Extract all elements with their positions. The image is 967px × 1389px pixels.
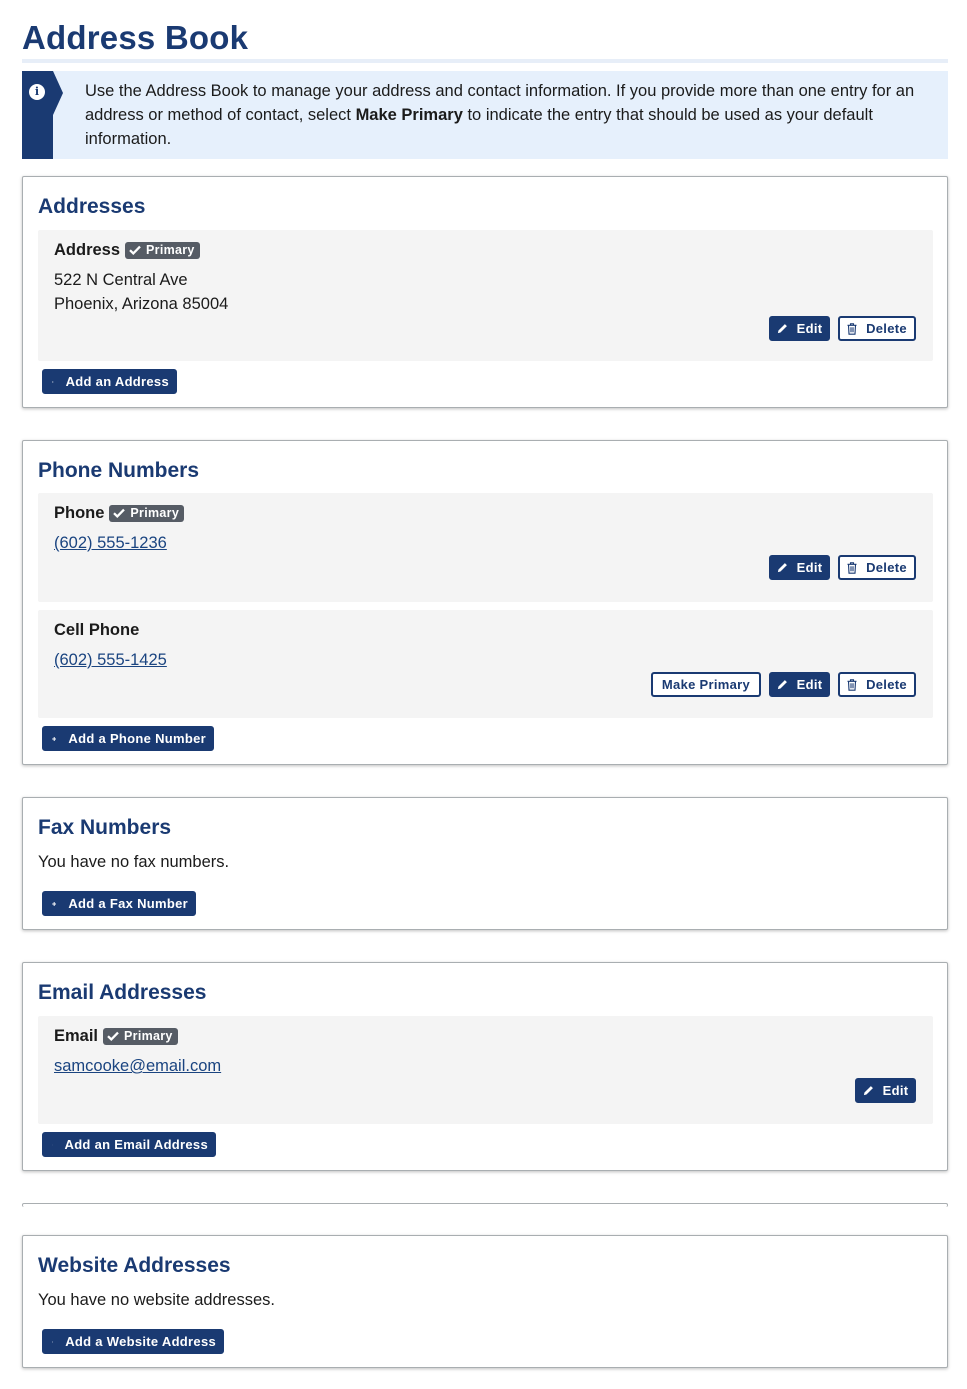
pencil-icon [777, 680, 787, 690]
edit-label: Edit [796, 560, 823, 575]
alert-accent-bar: i [22, 71, 53, 159]
make-primary-button[interactable]: Make Primary [651, 672, 761, 697]
phone-number-link[interactable]: (602) 555-1236 [54, 531, 167, 555]
phone-entry-label: Phone [54, 504, 105, 522]
collapsed-section-divider [22, 1203, 948, 1207]
email-entry-header: Email Primary [54, 1025, 178, 1047]
delete-phone-button[interactable]: Delete [838, 555, 916, 580]
website-addresses-card: Website Addresses You have no website ad… [22, 1235, 948, 1368]
check-icon [129, 245, 141, 255]
edit-label: Edit [796, 321, 823, 336]
check-icon [113, 508, 126, 518]
title-divider [22, 59, 948, 63]
primary-badge-label: Primary [130, 505, 180, 520]
primary-badge-label: Primary [124, 1028, 173, 1043]
phone-numbers-card: Phone Numbers Phone Primary (602) 555-12… [22, 440, 948, 765]
email-link[interactable]: samcooke@email.com [54, 1054, 221, 1078]
pencil-icon [777, 563, 787, 573]
delete-label: Delete [866, 560, 907, 575]
add-fax-button[interactable]: Add a Fax Number [42, 891, 196, 916]
delete-address-button[interactable]: Delete [838, 316, 916, 341]
cell-phone-entry-header: Cell Phone [54, 619, 139, 641]
edit-cell-phone-button[interactable]: Edit [769, 672, 830, 697]
fax-numbers-card: Fax Numbers You have no fax numbers. Add… [22, 797, 948, 930]
primary-badge-label: Primary [146, 242, 195, 257]
add-phone-button[interactable]: Add a Phone Number [42, 726, 214, 751]
add-phone-label: Add a Phone Number [68, 731, 206, 746]
website-addresses-title: Website Addresses [38, 1254, 231, 1277]
info-alert: i Use the Address Book to manage your ad… [22, 71, 948, 159]
cell-phone-entry-label: Cell Phone [54, 621, 140, 639]
address-line-2: Phoenix, Arizona 85004 [54, 295, 229, 313]
alert-accent-arrow [53, 71, 63, 115]
email-entry: Email Primary samcooke@email.com Edit [38, 1016, 933, 1124]
email-entry-label: Email [54, 1027, 99, 1045]
address-line-1: 522 N Central Ave [54, 271, 188, 289]
edit-label: Edit [882, 1083, 909, 1098]
addresses-title: Addresses [38, 195, 146, 218]
addresses-card: Addresses Address Primary 522 N Central … [22, 176, 948, 408]
add-website-button[interactable]: Add a Website Address [42, 1329, 224, 1354]
plus-icon [52, 901, 57, 906]
plus-icon [52, 380, 54, 383]
alert-text: Use the Address Book to manage your addr… [85, 79, 935, 151]
email-addresses-title: Email Addresses [38, 981, 207, 1004]
cell-phone-number-link[interactable]: (602) 555-1425 [54, 648, 167, 672]
plus-icon [52, 1144, 53, 1145]
delete-label: Delete [866, 321, 907, 336]
fax-empty-message: You have no fax numbers. [38, 853, 230, 871]
add-website-label: Add a Website Address [65, 1334, 216, 1349]
address-entry-label: Address [54, 241, 121, 259]
fax-numbers-title: Fax Numbers [38, 816, 172, 839]
trash-icon [847, 678, 857, 691]
email-addresses-card: Email Addresses Email Primary samcooke@e… [22, 962, 948, 1171]
pencil-icon [777, 324, 787, 334]
edit-email-button[interactable]: Edit [855, 1078, 916, 1103]
delete-cell-phone-button[interactable]: Delete [838, 672, 916, 697]
trash-icon [847, 561, 857, 574]
phone-numbers-title: Phone Numbers [38, 459, 200, 482]
address-entry-header: Address Primary [54, 239, 200, 261]
primary-badge: Primary [103, 1027, 178, 1045]
address-entry: Address Primary 522 N Central Ave Phoeni… [38, 230, 933, 361]
edit-phone-button[interactable]: Edit [769, 555, 830, 580]
add-email-label: Add an Email Address [64, 1137, 208, 1152]
website-empty-message: You have no website addresses. [38, 1291, 275, 1309]
address-book-page: Address Book i Use the Address Book to m… [0, 0, 967, 1389]
plus-icon [52, 1340, 54, 1343]
alert-text-bold: Make Primary [355, 106, 463, 124]
make-primary-label: Make Primary [661, 677, 751, 692]
add-address-label: Add an Address [65, 374, 169, 389]
check-icon [107, 1031, 119, 1041]
phone-entry-header: Phone Primary [54, 502, 185, 524]
phone-entry: Phone Primary (602) 555-1236 Edit Delete [38, 493, 933, 602]
primary-badge: Primary [109, 504, 185, 522]
trash-icon [847, 322, 857, 335]
primary-badge: Primary [125, 241, 200, 259]
add-address-button[interactable]: Add an Address [42, 369, 177, 394]
edit-address-button[interactable]: Edit [769, 316, 830, 341]
add-fax-label: Add a Fax Number [68, 896, 188, 911]
info-icon: i [29, 84, 45, 100]
cell-phone-entry: Cell Phone (602) 555-1425 Make Primary E… [38, 610, 933, 718]
plus-icon [52, 736, 57, 741]
pencil-icon [863, 1086, 873, 1096]
page-title: Address Book [22, 19, 249, 56]
delete-label: Delete [866, 677, 907, 692]
add-email-button[interactable]: Add an Email Address [42, 1132, 216, 1157]
edit-label: Edit [796, 677, 823, 692]
